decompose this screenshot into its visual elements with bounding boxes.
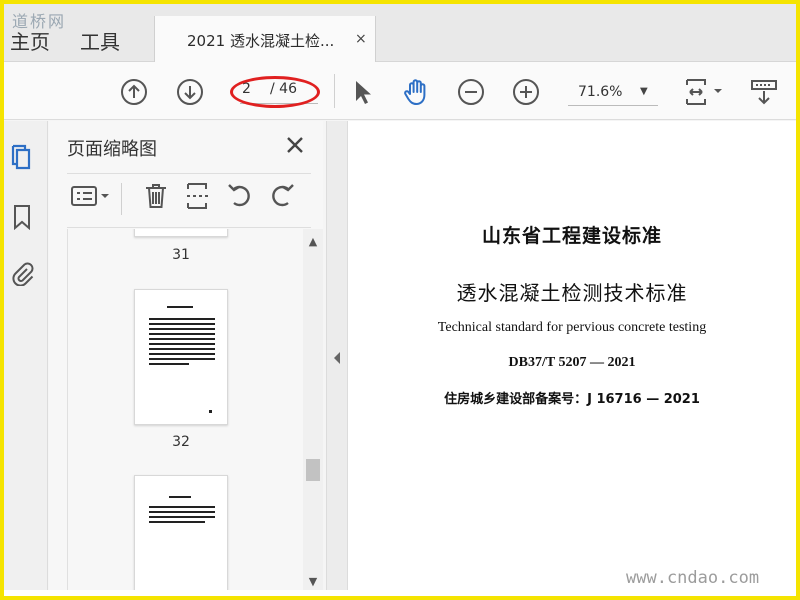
doc-standard-number: DB37/T 5207 — 2021: [508, 355, 636, 370]
options-menu-icon: [71, 186, 109, 206]
thumbnail-page-32[interactable]: [134, 289, 228, 425]
zoom-out-icon: [458, 79, 484, 105]
pages-icon: [11, 144, 31, 170]
thumb-text-line: [149, 363, 189, 365]
scrollbar-thumb[interactable]: [306, 459, 320, 481]
document-view[interactable]: 山东省工程建设标准 透水混凝土检测技术标准 Technical standard…: [348, 121, 796, 596]
select-tool-button[interactable]: [346, 76, 378, 108]
watermark-bottom: www.cndao.com: [626, 568, 760, 588]
thumb-text-line: [149, 358, 215, 360]
thumb-text-line: [149, 333, 215, 335]
rotate-right-button[interactable]: [265, 179, 299, 213]
thumb-text-line: [149, 328, 215, 330]
thumb-text-line: [149, 353, 215, 355]
thumb-text-line: [149, 511, 215, 513]
close-icon: [287, 137, 303, 153]
arrow-down-circle-icon: [177, 79, 203, 105]
app-window: 道桥网 主页 工具 2021 透水混凝土检... × 2 / 46 71.6% …: [4, 4, 796, 596]
bookmark-icon: [14, 205, 30, 230]
attachments-button[interactable]: [8, 259, 36, 287]
thumb-text-line: [167, 306, 193, 308]
doc-title-chinese: 透水混凝土检测技术标准: [456, 281, 688, 305]
panel-divider-2: [67, 227, 311, 228]
toolbar: 2 / 46 71.6% ▼: [4, 62, 796, 120]
thumb-text-line: [149, 506, 215, 508]
trash-icon: [146, 184, 166, 208]
hand-icon: [404, 79, 426, 105]
thumbnail-page-33[interactable]: [134, 475, 228, 596]
chevron-down-icon: ▼: [640, 86, 648, 97]
thumb-text-line: [149, 521, 205, 523]
bookmarks-button[interactable]: [8, 203, 36, 231]
rotate-left-button[interactable]: [223, 179, 257, 213]
fit-page-button[interactable]: [680, 76, 728, 108]
arrow-up-circle-icon: [121, 79, 147, 105]
insert-page-icon: [187, 183, 208, 209]
tab-document[interactable]: 2021 透水混凝土检... ×: [154, 16, 376, 62]
tab-home[interactable]: 主页: [10, 26, 50, 55]
thumb-text-line: [149, 323, 215, 325]
tab-bar: 道桥网 主页 工具 2021 透水混凝土检... ×: [4, 4, 796, 62]
tab-tools[interactable]: 工具: [80, 26, 120, 55]
thumb-text-line: [149, 338, 215, 340]
fit-page-icon: [686, 79, 722, 105]
hand-tool-button[interactable]: [400, 76, 432, 108]
zoom-dropdown[interactable]: 71.6% ▼: [568, 80, 658, 106]
thumb-text-line: [149, 318, 215, 320]
scroll-down-icon[interactable]: ▼: [306, 575, 320, 589]
delete-page-button[interactable]: [139, 179, 173, 213]
previous-page-button[interactable]: [118, 76, 150, 108]
thumbnail-label: 31: [172, 247, 190, 263]
thumb-text-line: [169, 496, 191, 498]
thumbnail-label: 32: [172, 434, 190, 450]
thumbnail-options-button[interactable]: [67, 179, 115, 213]
zoom-value: 71.6%: [578, 84, 623, 100]
page-thumbnails-button[interactable]: [8, 143, 36, 171]
panel-collapse-strip: [326, 121, 348, 596]
thumbnail-list: 31 32: [67, 229, 303, 596]
thumbnail-scrollbar[interactable]: ▲ ▼: [303, 229, 323, 596]
collapse-panel-icon[interactable]: [332, 351, 342, 365]
close-tab-button[interactable]: ×: [355, 31, 367, 47]
zoom-out-button[interactable]: [455, 76, 487, 108]
thumbnail-page-31[interactable]: [134, 229, 228, 237]
close-panel-button[interactable]: [281, 131, 309, 159]
scroll-mode-button[interactable]: [748, 76, 780, 108]
panel-divider: [67, 173, 311, 174]
zoom-in-button[interactable]: [510, 76, 542, 108]
zoom-in-icon: [513, 79, 539, 105]
panel-tool-divider: [121, 183, 122, 215]
rotate-right-icon: [272, 184, 294, 207]
insert-page-button[interactable]: [181, 179, 215, 213]
panel-title: 页面缩略图: [67, 139, 157, 160]
paperclip-icon: [12, 262, 34, 286]
bottom-edge: [4, 590, 796, 596]
document-tab-title: 2021 透水混凝土检...: [187, 32, 335, 50]
left-rail: [4, 121, 48, 596]
thumbnails-panel: 页面缩略图 31 32 ▲ ▼: [49, 121, 323, 596]
pointer-icon: [356, 81, 371, 104]
thumb-text-line: [149, 348, 215, 350]
rotate-left-icon: [228, 184, 250, 207]
thumb-text-line: [149, 516, 215, 518]
scroll-up-icon[interactable]: ▲: [306, 235, 320, 249]
doc-title-english: Technical standard for pervious concrete…: [437, 320, 707, 335]
thumb-page-number: [209, 410, 212, 413]
toolbar-divider: [334, 74, 335, 108]
doc-filing-number: 住房城乡建设部备案号：J 16716 — 2021: [444, 392, 700, 407]
next-page-button[interactable]: [174, 76, 206, 108]
scroll-mode-icon: [751, 80, 777, 105]
annotation-oval: [230, 76, 320, 108]
doc-standard-category: 山东省工程建设标准: [481, 225, 662, 247]
thumb-text-line: [149, 343, 215, 345]
